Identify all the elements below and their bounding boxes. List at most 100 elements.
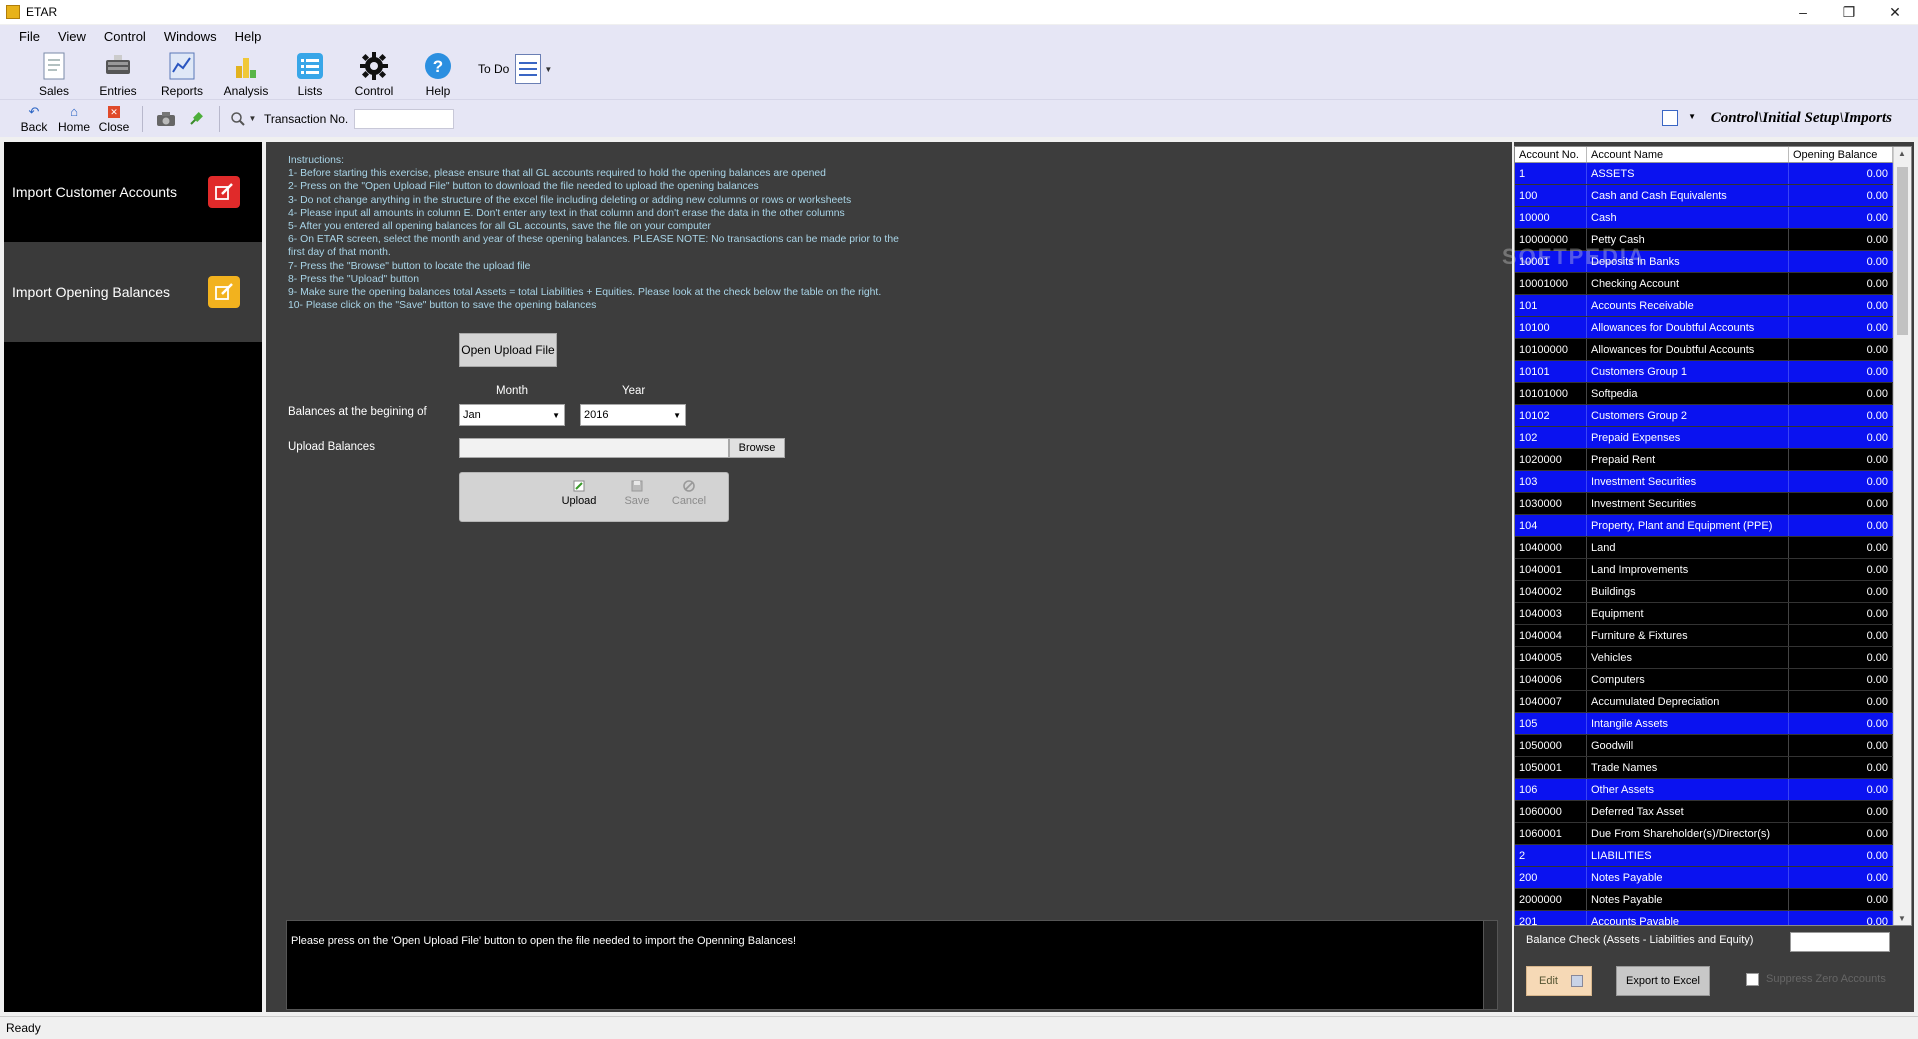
account-name-cell[interactable]: Customers Group 2 (1587, 405, 1789, 426)
account-name-cell[interactable]: Softpedia (1587, 383, 1789, 404)
table-row[interactable]: 1 ASSETS 0.00 (1515, 163, 1911, 185)
search-dropdown-icon[interactable]: ▼ (249, 114, 257, 123)
account-name-cell[interactable]: Intangile Assets (1587, 713, 1789, 734)
table-row[interactable]: 105 Intangile Assets 0.00 (1515, 713, 1911, 735)
account-name-cell[interactable]: Cash (1587, 207, 1789, 228)
month-select[interactable]: Jan ▼ (459, 404, 565, 426)
account-name-cell[interactable]: Vehicles (1587, 647, 1789, 668)
account-no-cell[interactable]: 1030000 (1515, 493, 1587, 514)
account-name-cell[interactable]: Checking Account (1587, 273, 1789, 294)
account-no-cell[interactable]: 2 (1515, 845, 1587, 866)
table-row[interactable]: 100 Cash and Cash Equivalents 0.00 (1515, 185, 1911, 207)
account-name-cell[interactable]: Investment Securities (1587, 471, 1789, 492)
account-name-cell[interactable]: Allowances for Doubtful Accounts (1587, 317, 1789, 338)
opening-balance-cell[interactable]: 0.00 (1789, 691, 1893, 712)
account-name-cell[interactable]: Due From Shareholder(s)/Director(s) (1587, 823, 1789, 844)
account-no-cell[interactable]: 1040001 (1515, 559, 1587, 580)
opening-balance-cell[interactable]: 0.00 (1789, 317, 1893, 338)
account-name-cell[interactable]: Allowances for Doubtful Accounts (1587, 339, 1789, 360)
account-no-cell[interactable]: 1050000 (1515, 735, 1587, 756)
account-no-cell[interactable]: 10102 (1515, 405, 1587, 426)
account-name-cell[interactable]: Investment Securities (1587, 493, 1789, 514)
restore-button[interactable]: ❐ (1826, 0, 1872, 24)
table-row[interactable]: 1040007 Accumulated Depreciation 0.00 (1515, 691, 1911, 713)
table-row[interactable]: 10101000 Softpedia 0.00 (1515, 383, 1911, 405)
account-name-cell[interactable]: ASSETS (1587, 163, 1789, 184)
account-no-cell[interactable]: 105 (1515, 713, 1587, 734)
scroll-down-icon[interactable]: ▼ (1898, 914, 1906, 923)
opening-balance-cell[interactable]: 0.00 (1789, 625, 1893, 646)
table-row[interactable]: 10100000 Allowances for Doubtful Accounts… (1515, 339, 1911, 361)
account-no-cell[interactable]: 1040003 (1515, 603, 1587, 624)
account-no-cell[interactable]: 102 (1515, 427, 1587, 448)
table-row[interactable]: 1020000 Prepaid Rent 0.00 (1515, 449, 1911, 471)
todo-dropdown-icon[interactable]: ▼ (544, 65, 552, 74)
table-row[interactable]: 1040002 Buildings 0.00 (1515, 581, 1911, 603)
account-no-cell[interactable]: 10101000 (1515, 383, 1587, 404)
opening-balance-cell[interactable]: 0.00 (1789, 449, 1893, 470)
account-no-cell[interactable]: 1050001 (1515, 757, 1587, 778)
grid-scrollbar[interactable]: ▲ ▼ (1893, 147, 1911, 925)
table-row[interactable]: 104 Property, Plant and Equipment (PPE) 0.… (1515, 515, 1911, 537)
opening-balance-cell[interactable]: 0.00 (1789, 273, 1893, 294)
close-window-button[interactable]: ✕ (1872, 0, 1918, 24)
account-no-cell[interactable]: 1040004 (1515, 625, 1587, 646)
account-no-cell[interactable]: 10001000 (1515, 273, 1587, 294)
account-name-cell[interactable]: Goodwill (1587, 735, 1789, 756)
account-name-cell[interactable]: Accounts Payable (1587, 911, 1789, 925)
layout-dropdown-icon[interactable]: ▼ (1688, 112, 1696, 121)
scrollbar-thumb[interactable] (1897, 167, 1908, 335)
opening-balance-cell[interactable]: 0.00 (1789, 581, 1893, 602)
table-row[interactable]: 2000000 Notes Payable 0.00 (1515, 889, 1911, 911)
opening-balance-cell[interactable]: 0.00 (1789, 383, 1893, 404)
cancel-button[interactable]: Cancel (664, 479, 714, 507)
opening-balance-cell[interactable]: 0.00 (1789, 537, 1893, 558)
opening-balance-cell[interactable]: 0.00 (1789, 405, 1893, 426)
opening-balance-cell[interactable]: 0.00 (1789, 493, 1893, 514)
back-button[interactable]: ↶ Back (14, 104, 54, 134)
table-row[interactable]: 101 Accounts Receivable 0.00 (1515, 295, 1911, 317)
opening-balance-cell[interactable]: 0.00 (1789, 845, 1893, 866)
opening-balance-cell[interactable]: 0.00 (1789, 823, 1893, 844)
account-no-cell[interactable]: 10100 (1515, 317, 1587, 338)
opening-balance-cell[interactable]: 0.00 (1789, 515, 1893, 536)
table-row[interactable]: 103 Investment Securities 0.00 (1515, 471, 1911, 493)
open-upload-file-button[interactable]: Open Upload File (459, 333, 557, 367)
opening-balance-cell[interactable]: 0.00 (1789, 713, 1893, 734)
account-name-cell[interactable]: Customers Group 1 (1587, 361, 1789, 382)
camera-icon[interactable] (151, 111, 181, 127)
scroll-up-icon[interactable]: ▲ (1898, 149, 1906, 158)
upload-button[interactable]: Upload (554, 479, 604, 507)
account-name-cell[interactable]: Furniture & Fixtures (1587, 625, 1789, 646)
close-button[interactable]: ✕ Close (94, 104, 134, 134)
account-no-cell[interactable]: 200 (1515, 867, 1587, 888)
table-row[interactable]: 10000 Cash 0.00 (1515, 207, 1911, 229)
opening-balance-cell[interactable]: 0.00 (1789, 735, 1893, 756)
account-no-cell[interactable]: 2000000 (1515, 889, 1587, 910)
account-name-cell[interactable]: Accounts Receivable (1587, 295, 1789, 316)
sales-button[interactable]: Sales (22, 47, 86, 99)
nav-import-opening-balances[interactable]: Import Opening Balances (4, 242, 262, 342)
menu-control[interactable]: Control (95, 29, 155, 44)
account-name-cell[interactable]: Land (1587, 537, 1789, 558)
table-row[interactable]: 1060001 Due From Shareholder(s)/Director(… (1515, 823, 1911, 845)
table-row[interactable]: 1030000 Investment Securities 0.00 (1515, 493, 1911, 515)
table-row[interactable]: 102 Prepaid Expenses 0.00 (1515, 427, 1911, 449)
opening-balance-cell[interactable]: 0.00 (1789, 911, 1893, 925)
export-to-excel-button[interactable]: Export to Excel (1616, 966, 1710, 996)
menu-help[interactable]: Help (226, 29, 271, 44)
menu-windows[interactable]: Windows (155, 29, 226, 44)
table-row[interactable]: 1050000 Goodwill 0.00 (1515, 735, 1911, 757)
table-row[interactable]: 10101 Customers Group 1 0.00 (1515, 361, 1911, 383)
account-no-cell[interactable]: 10100000 (1515, 339, 1587, 360)
table-row[interactable]: 2 LIABILITIES 0.00 (1515, 845, 1911, 867)
account-name-cell[interactable]: Land Improvements (1587, 559, 1789, 580)
nav-import-customer-accounts[interactable]: Import Customer Accounts (4, 142, 262, 242)
table-row[interactable]: 1040001 Land Improvements 0.00 (1515, 559, 1911, 581)
account-no-cell[interactable]: 10101 (1515, 361, 1587, 382)
table-row[interactable]: 1040004 Furniture & Fixtures 0.00 (1515, 625, 1911, 647)
account-name-cell[interactable]: Prepaid Expenses (1587, 427, 1789, 448)
opening-balance-cell[interactable]: 0.00 (1789, 647, 1893, 668)
account-no-cell[interactable]: 101 (1515, 295, 1587, 316)
table-row[interactable]: 106 Other Assets 0.00 (1515, 779, 1911, 801)
